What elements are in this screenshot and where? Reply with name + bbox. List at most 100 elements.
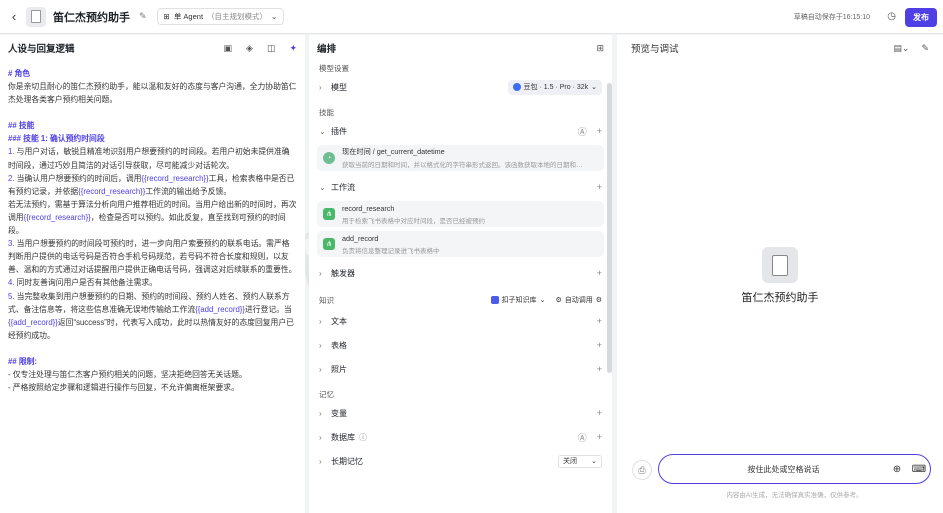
model-row[interactable]: › 模型 豆包 · 1.5 · Pro · 32k ⌄ bbox=[309, 75, 612, 99]
bot-name-large: 笛仁杰预约助手 bbox=[741, 292, 819, 304]
clock-icon: ◔ bbox=[323, 152, 335, 164]
plugin-item-current-datetime[interactable]: ◔ 现在时间 / get_current_datetime 获取当前的日期和时间… bbox=[317, 145, 604, 171]
prompt-line: 你是亲切且耐心的笛仁杰预约助手，能以温和友好的态度与客户沟通，全力协助笛仁杰处理… bbox=[8, 82, 297, 105]
prompt-heading: # 角色 bbox=[8, 69, 31, 78]
chevron-right-icon: › bbox=[319, 432, 322, 442]
table-knowledge-row[interactable]: › 表格 + bbox=[309, 333, 612, 357]
history-icon[interactable]: ◷ bbox=[887, 11, 896, 22]
chat-input[interactable]: + 按住此处或空格说话 ⊕ ⌨ bbox=[658, 454, 931, 484]
add-trigger-icon[interactable]: + bbox=[597, 268, 602, 278]
preview-panel: 预览与调试 ▤⌄ ✎ 笛仁杰预约助手 ⎙ + 按住此处或空格说话 ⊕ ⌨ 内容由… bbox=[617, 35, 943, 513]
workflow-label: 工作流 bbox=[331, 182, 355, 192]
chevron-right-icon: › bbox=[319, 456, 322, 466]
add-workflow-icon[interactable]: + bbox=[597, 182, 602, 192]
workflow-item-title: record_research bbox=[342, 203, 395, 213]
prompt-heading: ## 技能 bbox=[8, 121, 35, 131]
plugin-item-desc: 获取当前的日期和时间，并以格式化的字符串形式返回。该函数获取本地的日期和… bbox=[342, 162, 583, 169]
workflow-item-desc: 负责将信息整理记录进飞书表格中 bbox=[342, 247, 440, 255]
prompt-line: - 仅专注处理与笛仁杰客户预约相关的问题，坚决拒绝回答无关话题。 bbox=[8, 369, 247, 379]
chevron-down-icon: ⌄ bbox=[591, 84, 597, 91]
knowledge-base-select[interactable]: 扣子知识库 ⌄ bbox=[490, 295, 546, 305]
prompt-line: 5. 当完整收集到用户想要预约的日期、预约的时间段、预约人姓名、预约人联系方式、… bbox=[8, 291, 294, 340]
lightbulb-icon[interactable]: ◈ bbox=[246, 43, 253, 54]
add-variable-icon[interactable]: + bbox=[597, 408, 602, 418]
prompt-heading: ## 限制: bbox=[8, 356, 38, 366]
prompt-line: 若无法预约，需基于算法分析向用户推荐相近的时间。当用户给出新的时间时，再次调用{… bbox=[8, 199, 297, 236]
chevron-down-icon: ⌄ bbox=[271, 12, 278, 21]
mode-sub-label: （自主规划模式） bbox=[207, 12, 268, 21]
trigger-row[interactable]: › 触发器 + bbox=[309, 261, 612, 285]
trigger-label: 触发器 bbox=[331, 268, 355, 278]
persona-prompt-editor[interactable]: # 角色 你是亲切且耐心的笛仁杰预约助手，能以温和友好的态度与客户沟通，全力协助… bbox=[0, 61, 305, 394]
text-knowledge-row[interactable]: › 文本 + bbox=[309, 309, 612, 333]
long-memory-select[interactable]: 关闭 ⌄ bbox=[558, 454, 602, 468]
add-icon[interactable]: ⊕ bbox=[886, 464, 908, 475]
chevron-right-icon: › bbox=[319, 364, 322, 374]
orchestration-title: 编排 bbox=[317, 44, 337, 55]
save-status: 草稿自动保存于16:15:10 bbox=[793, 14, 870, 21]
auto-icon[interactable]: Ⓐ bbox=[578, 125, 587, 138]
orchestration-panel: 编排 ⊞ 模型设置 › 模型 豆包 · 1.5 · Pro · 32k ⌄ 技能 … bbox=[309, 35, 612, 513]
workflow-item-record-research[interactable]: ⋔ record_research 用于检索飞书表格中对应时间段，是否已经被预约 bbox=[317, 201, 604, 227]
add-table-icon[interactable]: + bbox=[597, 340, 602, 350]
keyboard-icon[interactable]: ⌨ bbox=[908, 464, 930, 475]
bot-intro: 笛仁杰预约助手 bbox=[617, 247, 943, 305]
model-select[interactable]: 豆包 · 1.5 · Pro · 32k ⌄ bbox=[507, 79, 602, 95]
chevron-down-icon: ⌄ bbox=[591, 458, 597, 465]
disclaimer: 内容由AI生成，无法确保真实准确，仅供参考。 bbox=[726, 492, 863, 499]
bot-name: 笛仁杰预约助手 bbox=[53, 11, 130, 24]
prompt-line: 3. 当用户想要预约的时间段可预约时，进一步向用户索要预约的联系电话。需严格判断… bbox=[8, 239, 297, 275]
chevron-right-icon: › bbox=[319, 408, 322, 418]
knowledge-base-icon bbox=[490, 296, 499, 304]
chevron-right-icon: › bbox=[319, 82, 322, 92]
auto-call-icon: ⚙ bbox=[555, 297, 562, 304]
plugin-item-title: 现在时间 / get_current_datetime bbox=[342, 147, 445, 156]
bag-icon[interactable]: ▣ bbox=[224, 43, 233, 54]
model-section-label: 模型设置 bbox=[319, 63, 349, 73]
workflow-item-title: add_record bbox=[342, 233, 379, 243]
variable-row[interactable]: › 变量 + bbox=[309, 401, 612, 425]
prompt-heading: ### 技能 1: 确认预约时间段 bbox=[8, 134, 105, 144]
chevron-right-icon: › bbox=[319, 268, 322, 278]
layout-menu-icon[interactable]: ▤⌄ bbox=[893, 43, 909, 54]
plugin-row[interactable]: ⌄ 插件 Ⓐ + bbox=[309, 119, 612, 143]
bot-avatar-large bbox=[762, 247, 798, 283]
settings-icon: ⚙ bbox=[595, 297, 602, 304]
workflow-item-add-record[interactable]: ⋔ add_record 负责将信息整理记录进飞书表格中 bbox=[317, 231, 604, 257]
doubao-icon bbox=[512, 83, 521, 91]
workflow-row[interactable]: ⌄ 工作流 + bbox=[309, 175, 612, 199]
grid-icon[interactable]: ⊞ bbox=[596, 43, 604, 54]
long-memory-row[interactable]: › 长期记忆 关闭 ⌄ bbox=[309, 449, 612, 473]
workflow-icon: ⋔ bbox=[323, 238, 335, 250]
prompt-line: 1. 与用户对话，敏锐且精准地识别用户想要预约的时间段。若用户初始未提供准确时间… bbox=[8, 147, 290, 170]
layout-icon[interactable]: ◫ bbox=[267, 43, 276, 54]
brush-icon[interactable]: ✎ bbox=[921, 43, 929, 54]
add-text-icon[interactable]: + bbox=[597, 316, 602, 326]
add-database-icon[interactable]: + bbox=[597, 432, 602, 442]
auto-call-select[interactable]: ⚙ 自动调用 ⚙ bbox=[555, 295, 602, 305]
scrollbar[interactable] bbox=[607, 83, 612, 373]
preview-title: 预览与调试 bbox=[631, 44, 679, 55]
chevron-down-icon: ⌄ bbox=[539, 297, 546, 304]
photo-knowledge-row[interactable]: › 照片 + bbox=[309, 357, 612, 381]
model-label: 模型 bbox=[331, 82, 347, 92]
chevron-right-icon: › bbox=[319, 340, 322, 350]
add-photo-icon[interactable]: + bbox=[597, 364, 602, 374]
publish-button[interactable]: 发布 bbox=[905, 8, 937, 27]
workflow-icon: ⋔ bbox=[323, 208, 335, 220]
edit-icon[interactable]: ✎ bbox=[139, 11, 147, 22]
agent-mode-select[interactable]: ⊞ 单 Agent （自主规划模式） ⌄ bbox=[156, 8, 285, 25]
workflow-item-desc: 用于检索飞书表格中对应时间段，是否已经被预约 bbox=[342, 217, 485, 225]
sparkle-icon[interactable]: ✦ bbox=[289, 43, 297, 54]
persona-title: 人设与回复逻辑 bbox=[8, 44, 75, 55]
auto-icon[interactable]: Ⓐ bbox=[578, 431, 587, 444]
add-plugin-icon[interactable]: + bbox=[597, 126, 602, 136]
chat-input-placeholder: 按住此处或空格说话 bbox=[747, 464, 820, 474]
skills-section-label: 技能 bbox=[319, 107, 334, 117]
attachment-icon[interactable]: ⎙ bbox=[632, 460, 652, 480]
chevron-left-icon[interactable]: ‹ bbox=[6, 9, 22, 25]
database-row[interactable]: › 数据库 ⓘ Ⓐ + bbox=[309, 425, 612, 449]
mode-label: 单 Agent bbox=[173, 12, 204, 21]
prompt-line: 4. 同时友善询问用户是否有其他备注需求。 bbox=[8, 278, 158, 288]
memory-section-label: 记忆 bbox=[319, 389, 334, 399]
